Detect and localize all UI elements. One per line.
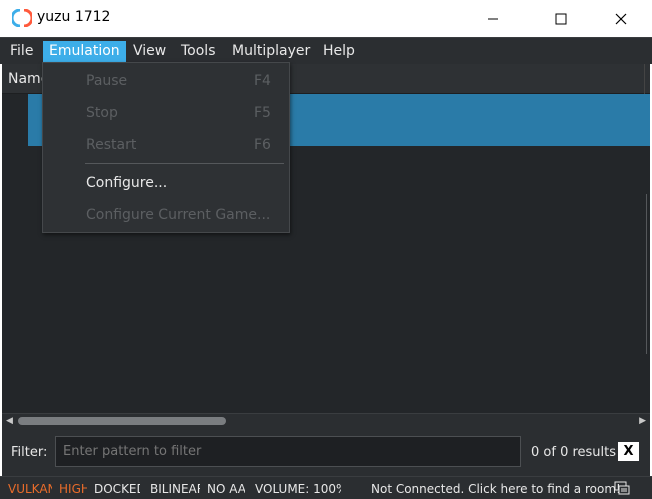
menu-emulation[interactable]: Emulation <box>43 41 126 62</box>
maximize-button[interactable] <box>538 0 584 37</box>
clear-filter-button[interactable]: X <box>618 442 639 461</box>
menu-item-label: Stop <box>86 105 118 121</box>
status-gpu-accuracy[interactable]: HIGH <box>59 482 87 496</box>
scroll-left-icon[interactable]: ◀ <box>6 416 13 426</box>
close-button[interactable] <box>598 0 644 37</box>
title-bar: yuzu 1712 <box>0 0 652 37</box>
maximize-icon <box>555 13 567 24</box>
menu-item-shortcut: F4 <box>254 73 271 89</box>
status-dock-mode[interactable]: DOCKED <box>94 482 140 496</box>
menu-tools[interactable]: Tools <box>175 41 222 62</box>
menu-item-label: Configure... <box>86 175 168 191</box>
yuzu-logo-icon <box>12 9 32 27</box>
network-status-icon[interactable] <box>614 480 630 496</box>
minimize-button[interactable] <box>470 0 516 37</box>
menu-bar: File Emulation View Tools Multiplayer He… <box>0 37 652 64</box>
status-scaling-filter[interactable]: BILINEAR <box>150 482 200 496</box>
scrollbar-thumb[interactable] <box>18 417 226 425</box>
menu-item-pause[interactable]: Pause F4 <box>43 68 289 96</box>
window-title: yuzu 1712 <box>37 9 111 25</box>
status-volume[interactable]: VOLUME: 100% <box>255 482 341 496</box>
menu-multiplayer[interactable]: Multiplayer <box>226 41 316 62</box>
scroll-right-icon[interactable]: ▶ <box>639 416 646 426</box>
filter-label: Filter: <box>11 445 48 460</box>
close-icon <box>615 13 627 24</box>
menu-item-stop[interactable]: Stop F5 <box>43 100 289 128</box>
menu-separator <box>85 163 284 164</box>
menu-item-label: Restart <box>86 137 137 153</box>
menu-item-label: Configure Current Game... <box>86 207 271 223</box>
minimize-icon <box>488 18 498 19</box>
menu-item-configure-current-game[interactable]: Configure Current Game... <box>43 202 289 230</box>
menu-item-shortcut: F6 <box>254 137 271 153</box>
menu-help[interactable]: Help <box>317 41 361 62</box>
status-room[interactable]: Not Connected. Click here to find a room… <box>371 482 621 496</box>
filter-input[interactable] <box>55 436 521 467</box>
emulation-menu-dropdown: Pause F4 Stop F5 Restart F6 Configure...… <box>42 62 290 233</box>
status-bar: VULKAN HIGH DOCKED BILINEAR NO AA VOLUME… <box>0 476 652 499</box>
list-right-edge <box>646 194 650 354</box>
column-header-divider <box>644 64 648 94</box>
menu-file[interactable]: File <box>4 41 39 62</box>
filter-bar: Filter: 0 of 0 results X <box>2 428 650 476</box>
filter-results-count: 0 of 0 results <box>531 445 617 460</box>
menu-item-label: Pause <box>86 73 128 89</box>
menu-item-restart[interactable]: Restart F6 <box>43 132 289 160</box>
menu-item-configure[interactable]: Configure... <box>43 170 289 198</box>
menu-view[interactable]: View <box>127 41 172 62</box>
status-graphics-api[interactable]: VULKAN <box>8 482 52 496</box>
menu-item-shortcut: F5 <box>254 105 271 121</box>
horizontal-scrollbar[interactable]: ◀ ▶ <box>2 413 650 428</box>
status-anti-aliasing[interactable]: NO AA <box>207 482 245 496</box>
